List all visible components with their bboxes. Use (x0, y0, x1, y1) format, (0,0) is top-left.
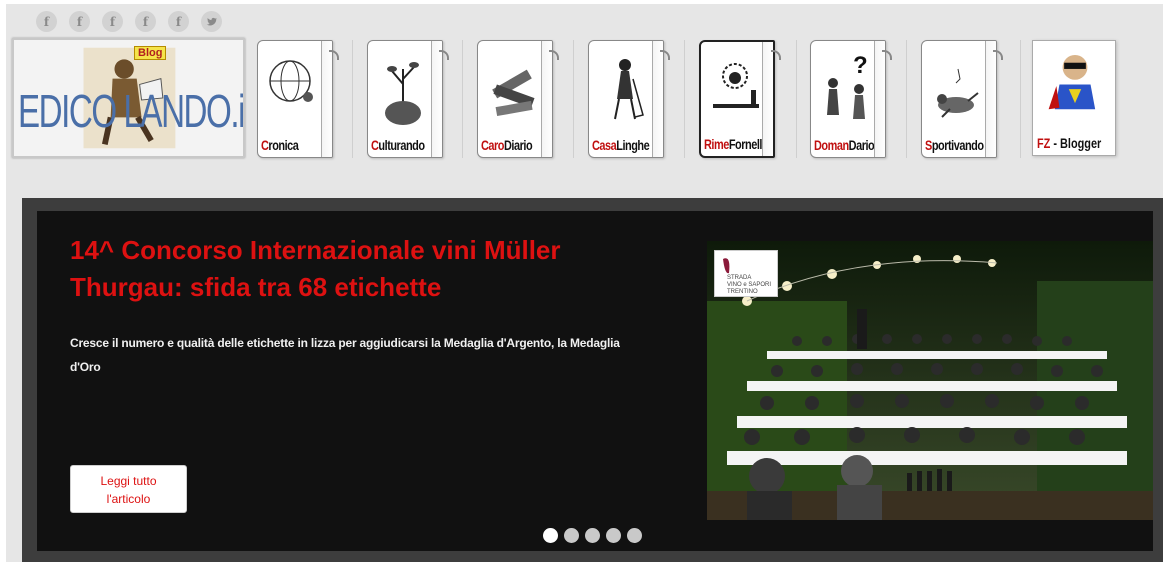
divider (684, 40, 685, 158)
facebook-icon[interactable]: f (168, 11, 189, 32)
facebook-icon[interactable]: f (135, 11, 156, 32)
category-fz-blogger[interactable]: FZ - Blogger (1032, 40, 1116, 156)
badge-text: STRADA VINO e SAPORI TRENTINO (727, 275, 772, 295)
divider (1020, 40, 1021, 158)
slide-description: Cresce il numero e qualità delle etichet… (70, 336, 620, 374)
category-cronica[interactable]: Cronica (257, 40, 339, 158)
slide-title[interactable]: 14^ Concorso Internazionale vini Müller … (70, 232, 670, 306)
superhero-icon (1048, 54, 1096, 110)
divider (796, 40, 797, 158)
category-label: CasaLinghe (592, 137, 650, 153)
facebook-icon[interactable]: f (102, 11, 123, 32)
category-label: Sportivando (925, 137, 984, 153)
category-label: DomanDario (814, 137, 875, 153)
category-carodiario[interactable]: CaroDiario (477, 40, 559, 158)
facebook-icon[interactable]: f (69, 11, 90, 32)
site-logo[interactable]: EDICO LANDO.it Blog (12, 38, 245, 158)
strada-vino-badge: STRADA VINO e SAPORI TRENTINO (714, 250, 778, 297)
category-card: Cronica (257, 40, 333, 158)
slider-pagination (543, 528, 642, 543)
category-rimefornelli[interactable]: RimeFornelli (699, 40, 781, 158)
blog-badge: Blog (134, 46, 167, 60)
slide-photo[interactable]: STRADA VINO e SAPORI TRENTINO (707, 241, 1153, 520)
housewife-icon (614, 59, 644, 120)
divider (906, 40, 907, 158)
social-links: f f f f f (36, 11, 222, 32)
category-label: FZ - Blogger (1037, 135, 1102, 151)
books-icon (492, 69, 535, 117)
divider (462, 40, 463, 158)
divider (352, 40, 353, 158)
category-card: CasaLinghe (588, 40, 664, 158)
logo-text: EDICO LANDO.it (18, 85, 245, 137)
globe-icon (269, 60, 313, 102)
category-label: RimeFornelli (704, 136, 765, 152)
runner-icon (937, 68, 979, 118)
category-culturando[interactable]: Culturando (367, 40, 449, 158)
category-card: CaroDiario (477, 40, 553, 158)
facebook-icon[interactable]: f (36, 11, 57, 32)
category-label: CaroDiario (481, 137, 533, 153)
category-domandario[interactable]: ? DomanDario (810, 40, 892, 158)
category-card: Culturando (367, 40, 443, 158)
slider-dot-5[interactable] (627, 528, 642, 543)
chef-icon (713, 63, 759, 108)
slider-dot-1[interactable] (543, 528, 558, 543)
read-more-label: l'articolo (106, 492, 151, 506)
twitter-icon[interactable] (201, 11, 222, 32)
read-more-button[interactable]: Leggi tutto l'articolo (70, 465, 187, 513)
divider (573, 40, 574, 158)
category-sportivando[interactable]: Sportivando (921, 40, 1003, 158)
slider-dot-4[interactable] (606, 528, 621, 543)
category-card: ? DomanDario (810, 40, 886, 158)
category-label: Culturando (371, 137, 425, 153)
svg-text:?: ? (853, 52, 868, 79)
slider-dot-3[interactable] (585, 528, 600, 543)
read-more-label: Leggi tutto (100, 474, 157, 488)
category-casalinghe[interactable]: CasaLinghe (588, 40, 670, 158)
question-icon: ? (827, 52, 868, 119)
category-card: RimeFornelli (699, 40, 775, 158)
brain-tree-icon (385, 62, 421, 125)
slider-dot-2[interactable] (564, 528, 579, 543)
category-card: Sportivando (921, 40, 997, 158)
category-label: Cronica (261, 137, 299, 153)
